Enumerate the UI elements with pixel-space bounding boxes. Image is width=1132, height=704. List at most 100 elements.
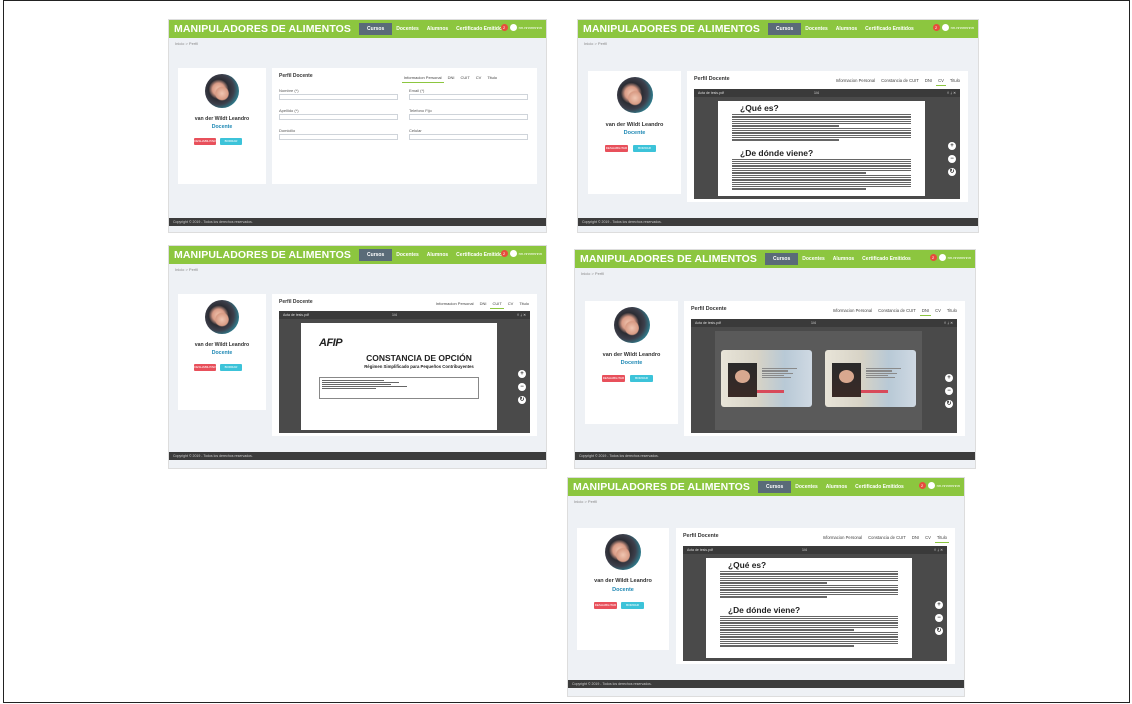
tab-item[interactable]: CV bbox=[925, 535, 931, 542]
tab-item[interactable]: DNI bbox=[480, 301, 487, 308]
zoom-out-button[interactable]: − bbox=[935, 614, 943, 622]
nav-item[interactable]: Cursos bbox=[758, 481, 792, 493]
text-field[interactable] bbox=[279, 134, 398, 140]
viewer-toolbar-icons[interactable]: ⇧ ⤓ ✕ bbox=[947, 89, 956, 97]
brand-title[interactable]: MANIPULADORES DE ALIMENTOS bbox=[575, 253, 757, 265]
zoom-in-button[interactable]: + bbox=[935, 601, 943, 609]
delete-button[interactable]: BORRAR bbox=[220, 364, 242, 371]
text-field[interactable] bbox=[279, 94, 398, 100]
text-field[interactable] bbox=[279, 114, 398, 120]
breadcrumb[interactable]: Inicio > Perfil bbox=[584, 41, 607, 46]
tab-item[interactable]: Constancia de CUIT bbox=[868, 535, 906, 542]
tab-item[interactable]: Informacion Personal bbox=[833, 308, 873, 315]
nav-item[interactable]: Alumnos bbox=[832, 26, 861, 32]
nav-item[interactable]: Cursos bbox=[359, 249, 393, 261]
tab-item[interactable]: Constancia de CUIT bbox=[881, 78, 919, 85]
rotate-button[interactable]: ↻ bbox=[518, 396, 526, 404]
user-icon[interactable] bbox=[941, 24, 949, 31]
delete-button[interactable]: BORRAR bbox=[630, 375, 653, 382]
tab-item[interactable]: CUIT bbox=[490, 301, 505, 309]
rotate-button[interactable]: ↻ bbox=[935, 627, 943, 635]
notification-badge[interactable]: 2 bbox=[932, 24, 940, 31]
tab-item[interactable]: Titulo bbox=[934, 535, 950, 543]
breadcrumb[interactable]: Inicio > Perfil bbox=[574, 499, 597, 504]
tab-item[interactable]: DNI bbox=[912, 535, 919, 542]
tab-item[interactable]: Informacion Personal bbox=[401, 75, 444, 83]
user-icon[interactable] bbox=[938, 254, 946, 261]
tab-item[interactable]: DNI bbox=[448, 75, 455, 82]
nav-item[interactable]: Docentes bbox=[392, 26, 423, 32]
viewer-toolbar-icons[interactable]: ⇧ ⤓ ✕ bbox=[517, 311, 526, 319]
rotate-button[interactable]: ↻ bbox=[948, 168, 956, 176]
delete-button[interactable]: BORRAR bbox=[633, 145, 656, 152]
nav-item[interactable]: Certificado Emitidos bbox=[861, 26, 918, 32]
user-icon[interactable] bbox=[509, 250, 517, 257]
breadcrumb[interactable]: Inicio > Perfil bbox=[175, 267, 198, 272]
tab-item[interactable]: DNI bbox=[925, 78, 932, 85]
rotate-button[interactable]: ↻ bbox=[945, 400, 953, 408]
tab-item[interactable]: Informacion Personal bbox=[836, 78, 876, 85]
zoom-out-button[interactable]: − bbox=[518, 383, 526, 391]
nav-item[interactable]: Cursos bbox=[768, 23, 802, 35]
disable-button[interactable]: DESHABILITAR bbox=[602, 375, 625, 382]
tab-item[interactable]: Titulo bbox=[519, 301, 529, 308]
breadcrumb[interactable]: Inicio > Perfil bbox=[175, 41, 198, 46]
tab-item[interactable]: CV bbox=[476, 75, 482, 82]
tab-item[interactable]: CV bbox=[508, 301, 514, 308]
breadcrumb[interactable]: Inicio > Perfil bbox=[581, 271, 604, 276]
tab-item[interactable]: Titulo bbox=[487, 75, 497, 82]
user-icon[interactable] bbox=[927, 482, 935, 489]
nav-item[interactable]: Alumnos bbox=[822, 484, 851, 490]
nav-item[interactable]: Alumnos bbox=[423, 26, 452, 32]
tab-item[interactable]: DNI bbox=[919, 308, 932, 316]
tab-item[interactable]: Titulo bbox=[947, 308, 957, 315]
tab-item[interactable]: Constancia de CUIT bbox=[878, 308, 916, 315]
nav-item[interactable]: Certificado Emitidos bbox=[858, 256, 915, 262]
user-menu[interactable]: nn.nnnnnnnn bbox=[519, 251, 542, 256]
nav-item[interactable]: Alumnos bbox=[423, 252, 452, 258]
disable-button[interactable]: DESHABILITAR bbox=[605, 145, 628, 152]
notification-badge[interactable]: 2 bbox=[500, 250, 508, 257]
brand-title[interactable]: MANIPULADORES DE ALIMENTOS bbox=[568, 481, 750, 493]
tab-item[interactable]: Titulo bbox=[950, 78, 960, 85]
zoom-out-button[interactable]: − bbox=[948, 155, 956, 163]
tab-item[interactable]: Informacion Personal bbox=[823, 535, 863, 542]
zoom-in-button[interactable]: + bbox=[518, 370, 526, 378]
disable-button[interactable]: DESHABILITAR bbox=[194, 364, 216, 371]
tab-item[interactable]: CV bbox=[935, 308, 941, 315]
user-icon[interactable] bbox=[509, 24, 517, 31]
zoom-out-button[interactable]: − bbox=[945, 387, 953, 395]
nav-item[interactable]: Docentes bbox=[798, 256, 829, 262]
nav-item[interactable]: Docentes bbox=[791, 484, 822, 490]
brand-title[interactable]: MANIPULADORES DE ALIMENTOS bbox=[578, 23, 760, 35]
zoom-in-button[interactable]: + bbox=[945, 374, 953, 382]
nav-item[interactable]: Certificado Emitidos bbox=[851, 484, 908, 490]
brand-title[interactable]: MANIPULADORES DE ALIMENTOS bbox=[169, 23, 351, 35]
user-menu[interactable]: nn.nnnnnnnn bbox=[937, 483, 960, 488]
brand-title[interactable]: MANIPULADORES DE ALIMENTOS bbox=[169, 249, 351, 261]
delete-button[interactable]: BORRAR bbox=[621, 602, 644, 609]
user-menu[interactable]: nn.nnnnnnnn bbox=[948, 255, 971, 260]
notification-badge[interactable]: 2 bbox=[918, 482, 926, 489]
text-field[interactable] bbox=[409, 114, 528, 120]
notification-badge[interactable]: 2 bbox=[929, 254, 937, 261]
text-field[interactable] bbox=[409, 94, 528, 100]
notification-badge[interactable]: 2 bbox=[500, 24, 508, 31]
user-menu[interactable]: nn.nnnnnnnn bbox=[519, 25, 542, 30]
zoom-in-button[interactable]: + bbox=[948, 142, 956, 150]
tab-item[interactable]: CUIT bbox=[460, 75, 469, 82]
nav-item[interactable]: Cursos bbox=[765, 253, 799, 265]
nav-item[interactable]: Docentes bbox=[801, 26, 832, 32]
viewer-toolbar-icons[interactable]: ⇧ ⤓ ✕ bbox=[934, 546, 943, 554]
tab-item[interactable]: CV bbox=[936, 78, 946, 86]
disable-button[interactable]: DESHABILITAR bbox=[594, 602, 617, 609]
nav-item[interactable]: Cursos bbox=[359, 23, 393, 35]
delete-button[interactable]: BORRAR bbox=[220, 138, 242, 145]
viewer-toolbar-icons[interactable]: ⇧ ⤓ ✕ bbox=[944, 319, 953, 327]
disable-button[interactable]: DESHABILITAR bbox=[194, 138, 216, 145]
text-field[interactable] bbox=[409, 134, 528, 140]
user-menu[interactable]: nn.nnnnnnnn bbox=[951, 25, 974, 30]
nav-item[interactable]: Alumnos bbox=[829, 256, 858, 262]
nav-item[interactable]: Docentes bbox=[392, 252, 423, 258]
tab-item[interactable]: Informacion Personal bbox=[436, 301, 474, 308]
